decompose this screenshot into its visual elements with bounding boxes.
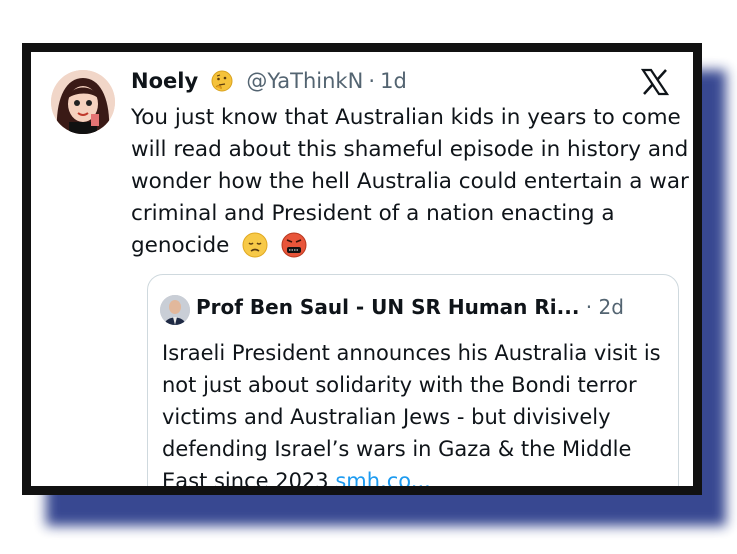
quote-header: Prof Ben Saul - UN SR Human Ri... · 2d (196, 295, 624, 319)
separator-dot: · (368, 69, 376, 93)
quoted-tweet[interactable]: Prof Ben Saul - UN SR Human Ri... · 2d I… (147, 274, 679, 486)
quote-link[interactable]: smh.co... (335, 469, 430, 486)
quote-display-name[interactable]: Prof Ben Saul - UN SR Human Ri... (196, 295, 579, 319)
display-name[interactable]: Noely (131, 69, 198, 93)
cursing-face-icon (281, 232, 307, 268)
quote-avatar[interactable] (160, 295, 190, 325)
tweet-header: Noely @YaThinkN · 1d (131, 69, 407, 96)
x-logo-icon[interactable] (640, 68, 670, 96)
tweet-body: You just know that Australian kids in ye… (131, 102, 691, 268)
quote-separator: · (585, 295, 593, 319)
thinking-face-icon (211, 70, 233, 96)
tweet-card: Noely @YaThinkN · 1d You just know that … (22, 43, 702, 495)
avatar[interactable] (51, 70, 115, 134)
quote-body: Israeli President announces his Australi… (162, 337, 672, 486)
quote-time[interactable]: 2d (599, 295, 624, 319)
tweet-time[interactable]: 1d (380, 69, 407, 93)
user-handle[interactable]: @YaThinkN (246, 69, 363, 93)
disappointed-face-icon (242, 232, 268, 268)
tweet-text: You just know that Australian kids in ye… (131, 105, 689, 258)
